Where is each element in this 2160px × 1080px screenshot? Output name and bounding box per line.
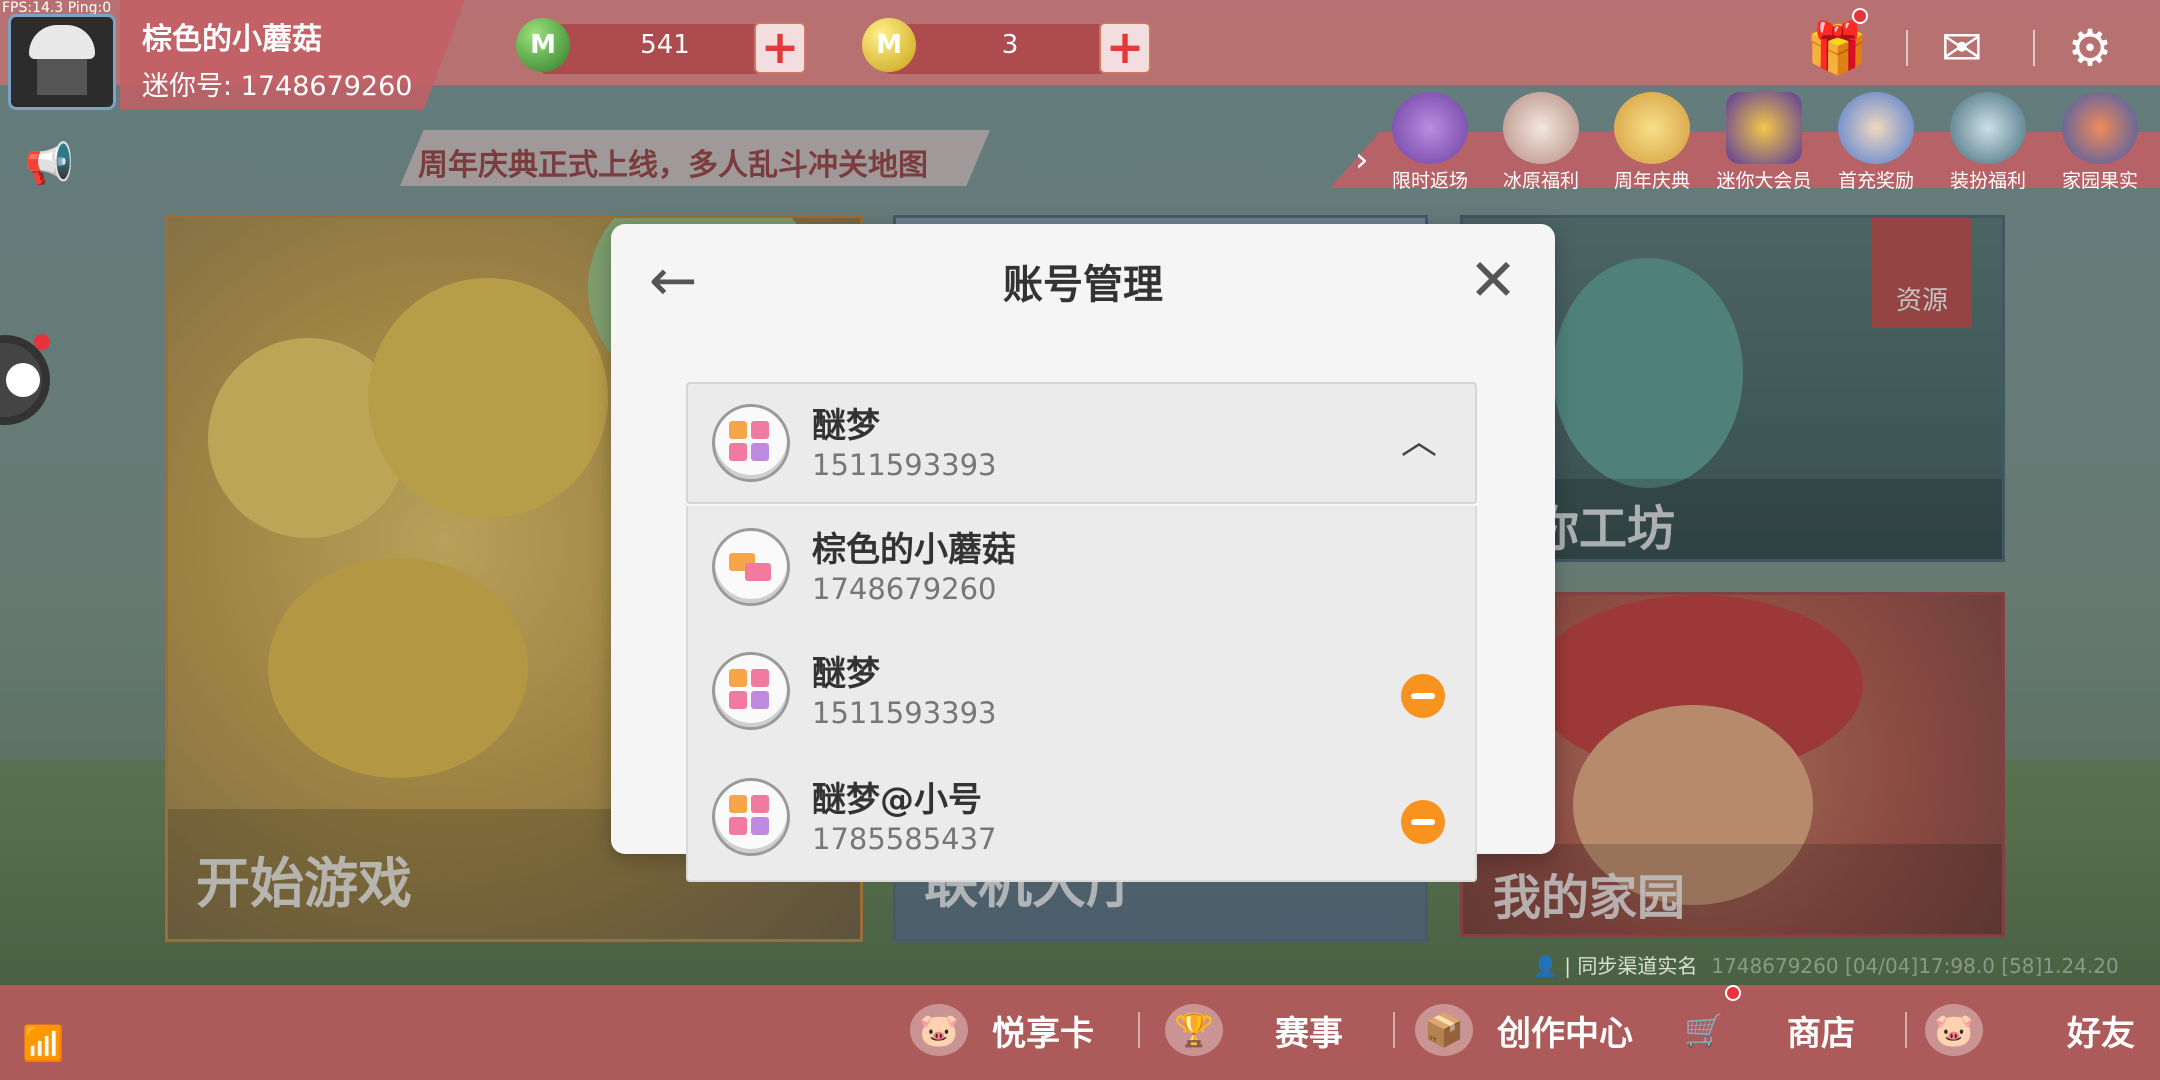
event-label: 家园果实 <box>2061 170 2138 192</box>
event-label: 迷你大会员 <box>1716 170 1812 192</box>
divider <box>1393 1012 1395 1048</box>
event-mini-vip[interactable]: 迷你大会员 <box>1714 92 1814 193</box>
account-id: 1748679260 <box>812 572 997 606</box>
cart-icon: 🛒 <box>1684 1011 1724 1049</box>
user-icon: 👤 | <box>1533 954 1578 978</box>
remove-account-button[interactable] <box>1401 800 1445 844</box>
sync-realname-row[interactable]: 👤 | 同步渠道实名 1748679260 [04/04]17:98.0 [58]… <box>1533 950 2119 979</box>
selected-account-id: 1511593393 <box>812 448 997 482</box>
gift-notification-dot <box>1852 8 1868 24</box>
selected-account-name: 醚梦 <box>812 406 880 446</box>
link-logo-icon <box>729 545 773 589</box>
chevron-up-icon[interactable]: ︿ <box>1399 422 1439 462</box>
account-avatar <box>712 778 790 856</box>
close-icon[interactable]: ✕ <box>1461 248 1525 312</box>
divider <box>1906 30 1908 66</box>
anniversary-cake-icon <box>1614 92 1690 164</box>
event-anniversary[interactable]: 周年庆典 <box>1602 92 1702 193</box>
nav-creation-center[interactable]: 📦 创作中心 <box>1415 1000 1633 1060</box>
dialog-title: 账号管理 <box>1003 262 1163 308</box>
avatar-face <box>37 59 87 95</box>
debug-info: 1748679260 [04/04]17:98.0 [58]1.24.20 <box>1711 954 2119 978</box>
account-avatar <box>712 652 790 730</box>
avatar[interactable] <box>8 14 116 110</box>
limited-return-icon <box>1392 92 1468 164</box>
account-selector[interactable]: 醚梦 1511593393 ︿ <box>686 382 1477 504</box>
gift-icon[interactable]: 🎁 <box>1806 18 1868 78</box>
event-ice-welfare[interactable]: 冰原福利 <box>1491 92 1591 193</box>
event-label: 周年庆典 <box>1613 170 1690 192</box>
record-icon <box>6 363 40 397</box>
nav-label: 赛事 <box>1275 1013 1343 1054</box>
pig-icon: 🐷 <box>1925 1004 1983 1056</box>
mini-bean-value: 3 <box>1001 30 1019 60</box>
event-first-charge[interactable]: 首充奖励 <box>1826 92 1926 193</box>
ice-welfare-icon <box>1503 92 1579 164</box>
announcement-text: 周年庆典正式上线，多人乱斗冲关地图 <box>418 148 928 183</box>
account-avatar <box>712 404 790 482</box>
event-label: 冰原福利 <box>1502 170 1579 192</box>
account-logo-icon <box>729 795 773 839</box>
nav-enjoy-card[interactable]: 🐷 悦享卡 <box>910 1000 1094 1060</box>
nav-label: 好友 <box>2067 1013 2135 1054</box>
record-notification-dot <box>34 334 50 350</box>
event-limited-return[interactable]: 限时返场 <box>1380 92 1480 193</box>
mini-bean-icon: M <box>862 18 916 72</box>
account-logo-icon <box>729 669 773 713</box>
nav-shop[interactable]: 🛒 商店 <box>1675 1000 1855 1060</box>
account-id: 1511593393 <box>812 696 997 730</box>
first-charge-icon <box>1838 92 1914 164</box>
divider <box>1905 1012 1907 1048</box>
nav-friends[interactable]: 🐷 好友 <box>1925 1000 2135 1060</box>
account-item[interactable]: 醚梦 1511593393 <box>688 632 1475 754</box>
shop-notification-dot <box>1725 985 1741 1001</box>
event-label: 首充奖励 <box>1837 170 1914 192</box>
nickname: 棕色的小蘑菇 <box>142 22 322 57</box>
nav-label: 悦享卡 <box>992 1013 1094 1054</box>
nav-label: 商店 <box>1787 1013 1855 1054</box>
mini-coin-icon: M <box>516 18 570 72</box>
account-id: 1785585437 <box>812 822 997 856</box>
mini-coin-value: 541 <box>640 30 690 60</box>
remove-account-button[interactable] <box>1401 674 1445 718</box>
event-label: 装扮福利 <box>1949 170 2026 192</box>
divider <box>2033 30 2035 66</box>
mail-icon[interactable]: ✉ <box>1932 18 1992 78</box>
mini-id: 迷你号: 1748679260 <box>142 71 413 102</box>
event-dressup[interactable]: 装扮福利 <box>1938 92 2038 193</box>
add-mini-coin-button[interactable]: + <box>754 22 806 74</box>
dressup-icon <box>1950 92 2026 164</box>
avatar-hat <box>29 25 95 59</box>
add-mini-bean-button[interactable]: + <box>1099 22 1151 74</box>
event-home-fruit[interactable]: 家园果实 <box>2050 92 2150 193</box>
sync-realname-label: 同步渠道实名 <box>1577 954 1698 978</box>
cube-icon: 📦 <box>1415 1004 1473 1056</box>
home-fruit-icon <box>2062 92 2138 164</box>
account-logo-icon <box>729 421 773 465</box>
account-name: 醚梦@小号 <box>812 780 982 820</box>
event-label: 限时返场 <box>1391 170 1468 192</box>
account-item[interactable]: 棕色的小蘑菇 1748679260 <box>688 508 1475 630</box>
account-name: 醚梦 <box>812 654 880 694</box>
mini-vip-icon <box>1726 92 1802 164</box>
trophy-icon: 🏆 <box>1165 1004 1223 1056</box>
nav-events[interactable]: 🏆 赛事 <box>1165 1000 1343 1060</box>
account-list: 棕色的小蘑菇 1748679260 醚梦 1511593393 醚梦@小号 17… <box>686 506 1477 882</box>
speaker-icon: 📢 <box>24 141 74 187</box>
pig-icon: 🐷 <box>910 1004 968 1056</box>
divider <box>1138 1012 1140 1048</box>
nav-label: 创作中心 <box>1497 1013 1633 1054</box>
gear-icon[interactable]: ⚙ <box>2060 18 2120 78</box>
account-item[interactable]: 醚梦@小号 1785585437 <box>688 758 1475 880</box>
chevron-right-icon[interactable]: › <box>1355 140 1369 180</box>
signal-icon: 📶 <box>22 1024 65 1064</box>
account-name: 棕色的小蘑菇 <box>812 530 1016 570</box>
account-avatar <box>712 528 790 606</box>
